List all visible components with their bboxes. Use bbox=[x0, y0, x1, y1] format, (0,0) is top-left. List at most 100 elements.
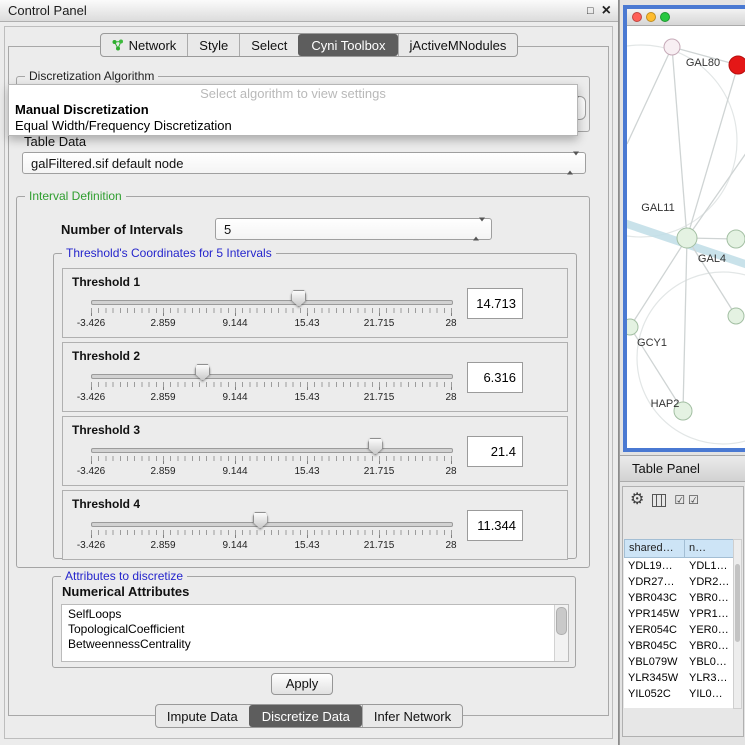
list-item[interactable]: TopologicalCoefficient bbox=[62, 622, 554, 637]
threshold-panel: Threshold 1-3.4262.8599.14415.4321.71528… bbox=[62, 268, 568, 338]
network-node[interactable] bbox=[664, 39, 680, 55]
table-panel-titlebar[interactable]: Table Panel bbox=[620, 455, 745, 482]
table-cell: YBR043C bbox=[624, 590, 685, 606]
table-header-row: shared…n… bbox=[624, 539, 735, 558]
slider-thumb-shape bbox=[253, 512, 268, 529]
network-node[interactable] bbox=[627, 319, 638, 335]
columns-icon[interactable] bbox=[652, 494, 666, 507]
numerical-attributes-label: Numerical Attributes bbox=[62, 584, 189, 599]
slider-thumb[interactable] bbox=[253, 512, 268, 529]
tab-discretize-data[interactable]: Discretize Data bbox=[249, 705, 362, 727]
table-row[interactable]: YBL079WYBL0… bbox=[624, 654, 735, 670]
slider-minor-ticks bbox=[91, 382, 452, 387]
right-side-area: GAL80GAL11GAL4GCY1HAP2 Table Panel ⚙ ☑☑ … bbox=[620, 0, 745, 745]
slider-scale-label: -3.426 bbox=[77, 318, 105, 329]
minimize-traffic-light[interactable] bbox=[646, 12, 656, 22]
table-panel-toolbar: ⚙ ☑☑ bbox=[630, 492, 699, 508]
slider-thumb-shape bbox=[195, 364, 210, 381]
slider-minor-ticks bbox=[91, 308, 452, 313]
tab-network[interactable]: Network bbox=[101, 34, 188, 56]
network-node[interactable] bbox=[727, 230, 745, 248]
threshold-panel: Threshold 4-3.4262.8599.14415.4321.71528… bbox=[62, 490, 568, 560]
slider-track[interactable] bbox=[91, 300, 453, 305]
threshold-value-field[interactable]: 14.713 bbox=[467, 288, 523, 319]
tab-cyni-toolbox[interactable]: Cyni Toolbox bbox=[298, 34, 397, 56]
network-canvas[interactable]: GAL80GAL11GAL4GCY1HAP2 bbox=[627, 26, 745, 448]
table-cell: YER0… bbox=[685, 622, 735, 638]
tab-infer-network[interactable]: Infer Network bbox=[362, 705, 462, 727]
slider-scale-label: 2.859 bbox=[150, 392, 175, 403]
table-row[interactable]: YER054CYER0… bbox=[624, 622, 735, 638]
dropdown-option-equal-width-frequency[interactable]: Equal Width/Frequency Discretization bbox=[9, 118, 577, 134]
tab-impute-data[interactable]: Impute Data bbox=[156, 705, 249, 727]
table-cell: YER054C bbox=[624, 622, 685, 638]
slider-scale-label: 21.715 bbox=[364, 540, 395, 551]
attributes-scrollbar[interactable] bbox=[554, 605, 568, 661]
slider-track[interactable] bbox=[91, 374, 453, 379]
slider-thumb[interactable] bbox=[368, 438, 383, 455]
tab-label: Cyni Toolbox bbox=[311, 38, 385, 53]
tab-label: Discretize Data bbox=[262, 709, 350, 724]
network-icon bbox=[112, 39, 124, 51]
dropdown-option-manual-discretization[interactable]: Manual Discretization bbox=[9, 102, 577, 118]
slider-scale-label: -3.426 bbox=[77, 466, 105, 477]
threshold-panel: Threshold 3-3.4262.8599.14415.4321.71528… bbox=[62, 416, 568, 486]
slider-scale-label: 28 bbox=[445, 392, 456, 403]
tab-label: Style bbox=[199, 38, 228, 53]
network-node[interactable] bbox=[677, 228, 697, 248]
table-row[interactable]: YDR27…YDR2… bbox=[624, 574, 735, 590]
node-label: GAL11 bbox=[641, 202, 674, 214]
slider-scale-label: 28 bbox=[445, 466, 456, 477]
window-titlebar[interactable]: Control Panel □ × bbox=[0, 0, 618, 22]
minimize-icon[interactable]: □ bbox=[587, 5, 594, 17]
close-icon[interactable]: × bbox=[602, 3, 611, 19]
table-data-combobox[interactable]: galFiltered.sif default node bbox=[22, 152, 586, 174]
slider-scale-label: 21.715 bbox=[364, 318, 395, 329]
table-column-header[interactable]: shared… bbox=[624, 539, 685, 558]
slider-thumb[interactable] bbox=[291, 290, 306, 307]
table-row[interactable]: YBR045CYBR0… bbox=[624, 638, 735, 654]
gear-icon[interactable]: ⚙ bbox=[630, 492, 644, 508]
apply-button[interactable]: Apply bbox=[271, 673, 333, 695]
window-title: Control Panel bbox=[8, 0, 87, 21]
network-window-titlebar[interactable] bbox=[627, 9, 745, 26]
slider-scale-label: 2.859 bbox=[150, 466, 175, 477]
table-cell: YPR145W bbox=[624, 606, 685, 622]
table-row[interactable]: YDL19…YDL1… bbox=[624, 558, 735, 574]
table-row[interactable]: YLR345WYLR3… bbox=[624, 670, 735, 686]
table-row[interactable]: YBR043CYBR0… bbox=[624, 590, 735, 606]
slider-track[interactable] bbox=[91, 522, 453, 527]
slider-track[interactable] bbox=[91, 448, 453, 453]
list-item[interactable]: BetweennessCentrality bbox=[62, 637, 554, 652]
scrollbar-thumb[interactable] bbox=[735, 564, 740, 642]
slider-scale-label: 28 bbox=[445, 318, 456, 329]
tab-jactivemnodules[interactable]: jActiveMNodules bbox=[398, 34, 518, 56]
checkbox-icon[interactable]: ☑ bbox=[674, 494, 685, 506]
table-scrollbar[interactable] bbox=[733, 539, 742, 709]
attributes-listbox[interactable]: SelfLoopsTopologicalCoefficientBetweenne… bbox=[61, 604, 569, 662]
tab-label: Infer Network bbox=[374, 709, 451, 724]
interval-definition-label: Interval Definition bbox=[25, 189, 126, 203]
number-of-intervals-combobox[interactable]: 5 bbox=[215, 218, 492, 240]
threshold-value-field[interactable]: 6.316 bbox=[467, 362, 523, 393]
slider-thumb[interactable] bbox=[195, 364, 210, 381]
table-column-header[interactable]: n… bbox=[685, 539, 735, 558]
list-item[interactable]: SelfLoops bbox=[62, 607, 554, 622]
threshold-label: Threshold 3 bbox=[72, 423, 140, 437]
top-tab-bar: Network Style Select Cyni Toolbox jActiveMNo… bbox=[100, 33, 519, 57]
network-view-window[interactable]: GAL80GAL11GAL4GCY1HAP2 bbox=[623, 5, 745, 452]
table-row[interactable]: YIL052CYIL0… bbox=[624, 686, 735, 702]
slider-scale-label: 9.144 bbox=[222, 466, 247, 477]
close-traffic-light[interactable] bbox=[632, 12, 642, 22]
scrollbar-thumb[interactable] bbox=[556, 607, 567, 635]
tab-style[interactable]: Style bbox=[187, 34, 239, 56]
network-node[interactable] bbox=[729, 56, 745, 74]
threshold-value-field[interactable]: 11.344 bbox=[467, 510, 523, 541]
checkbox-icon[interactable]: ☑ bbox=[688, 494, 699, 506]
tab-select[interactable]: Select bbox=[239, 34, 298, 56]
table-row[interactable]: YPR145WYPR1… bbox=[624, 606, 735, 622]
network-node[interactable] bbox=[728, 308, 744, 324]
threshold-value-field[interactable]: 21.4 bbox=[467, 436, 523, 467]
window-buttons: □ × bbox=[587, 0, 611, 22]
zoom-traffic-light[interactable] bbox=[660, 12, 670, 22]
